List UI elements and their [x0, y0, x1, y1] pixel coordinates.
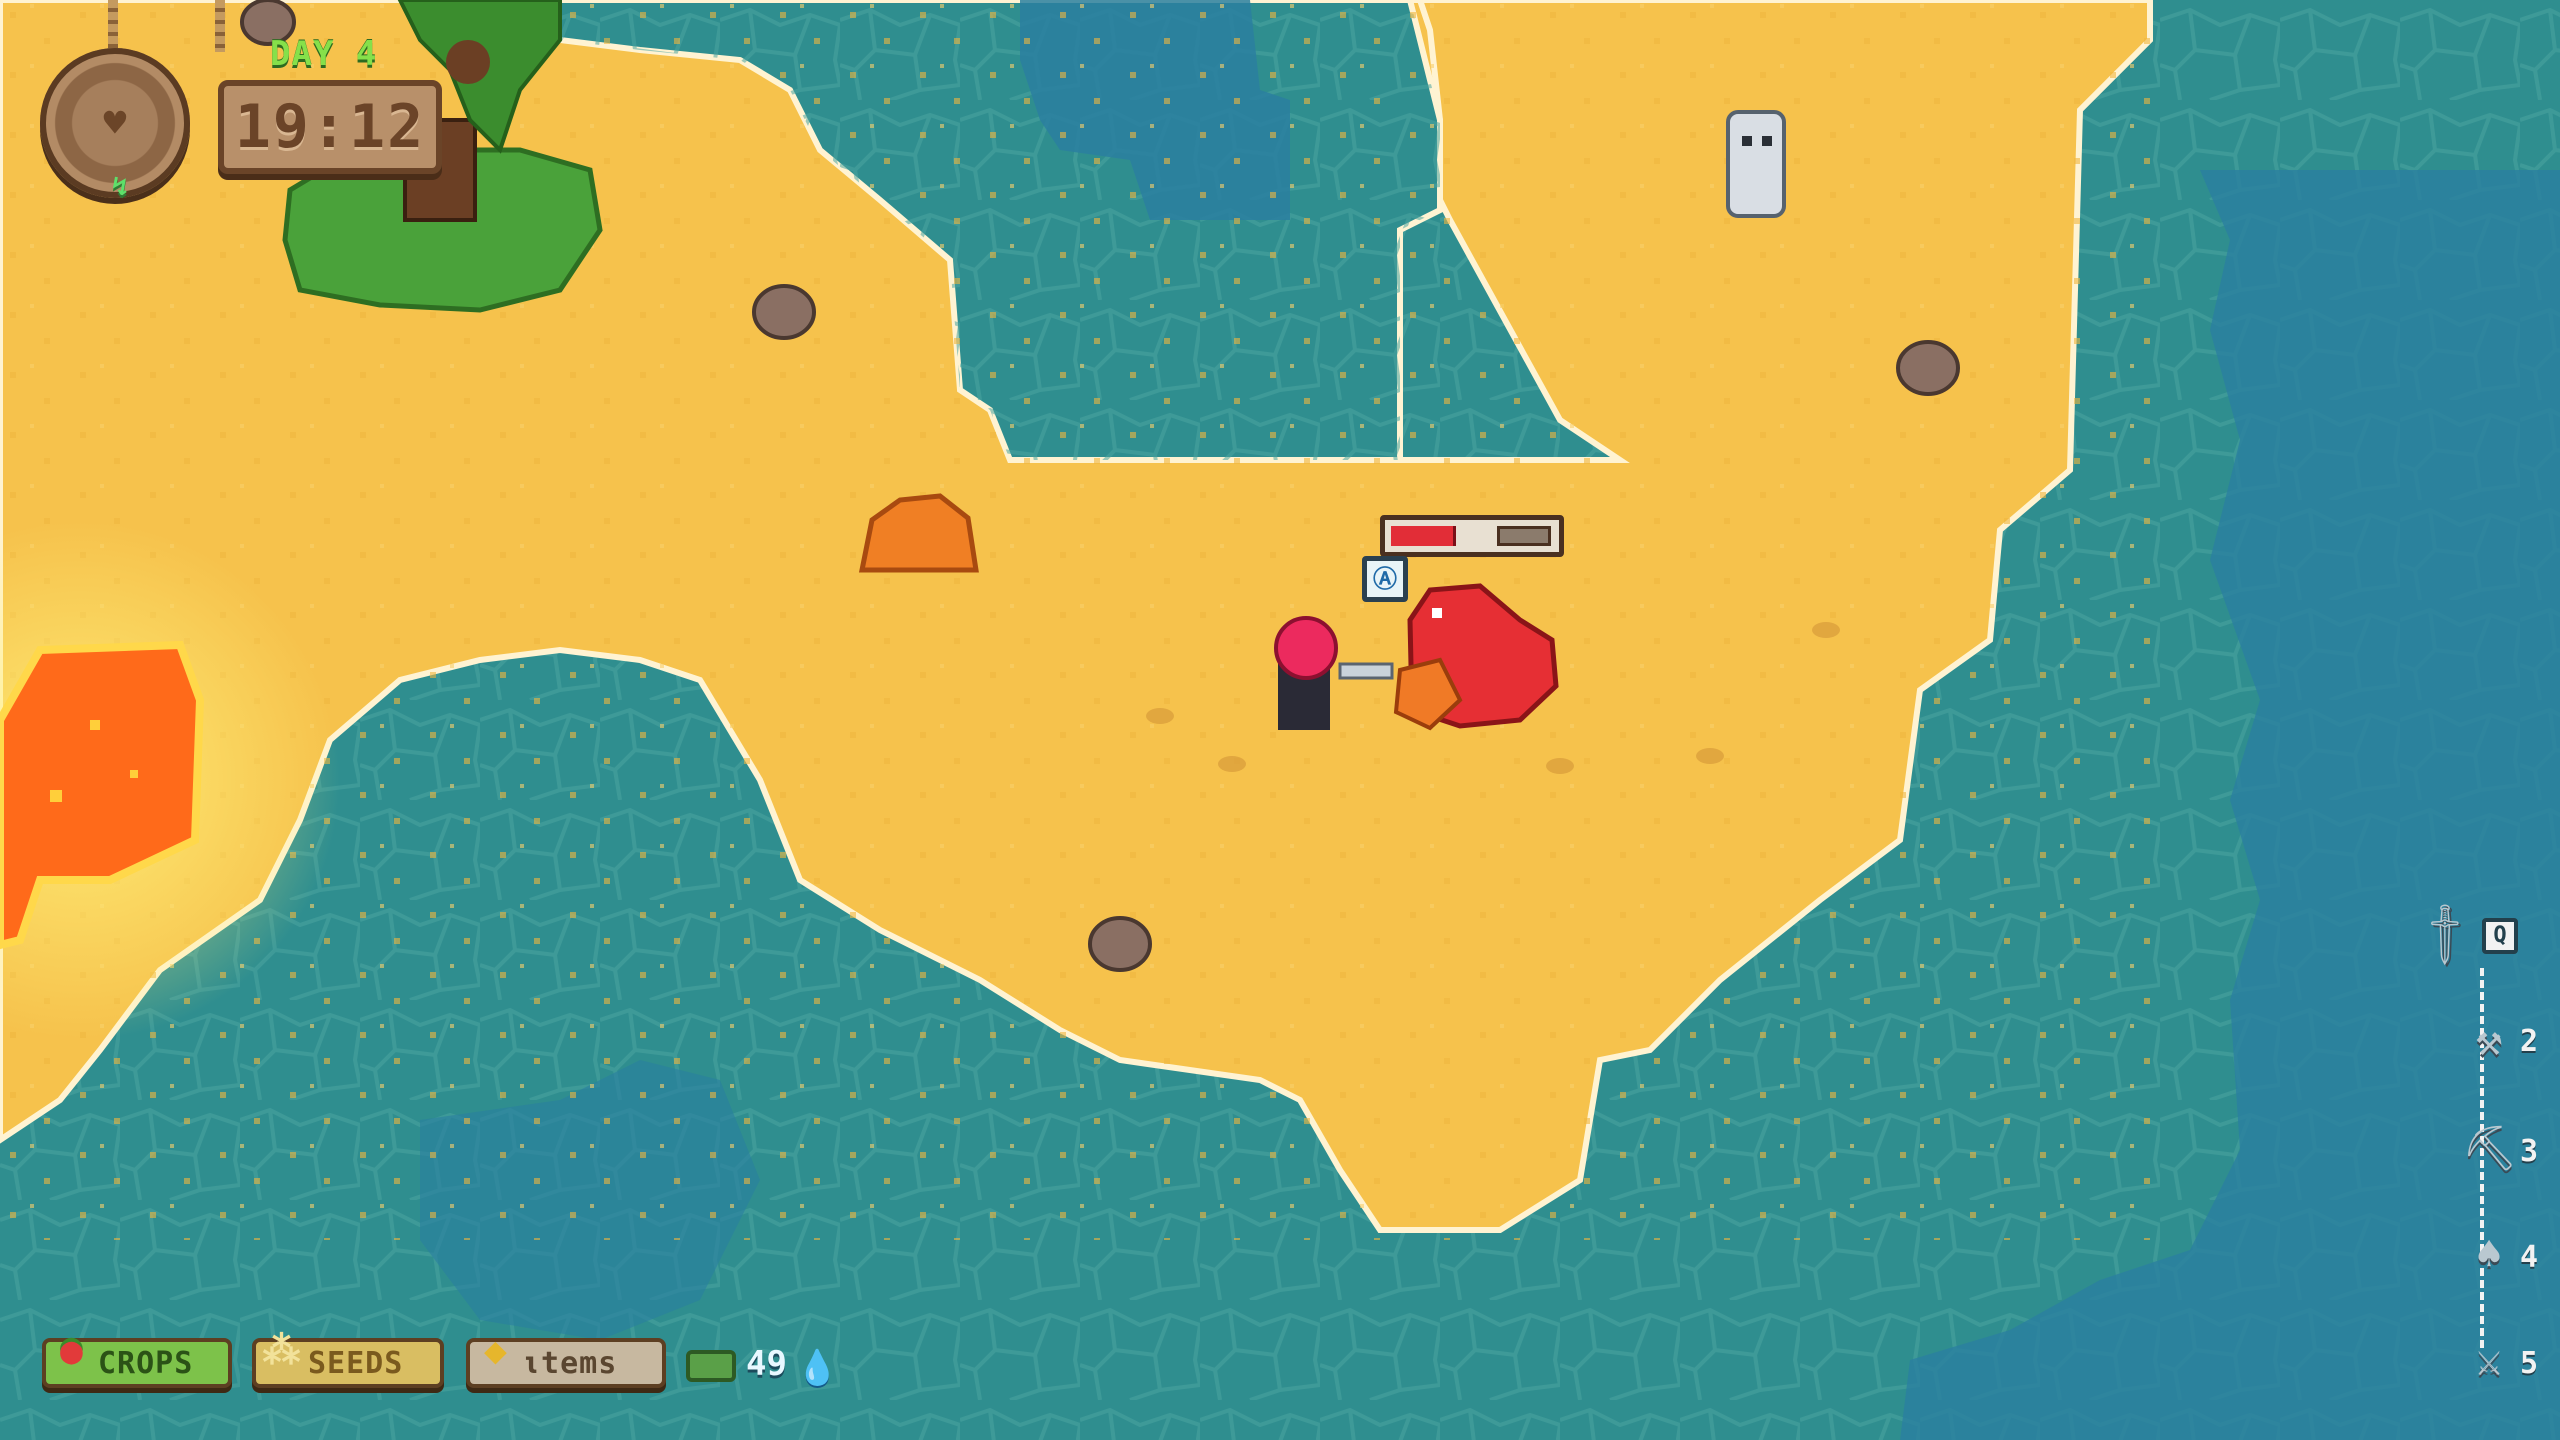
lava-bubble: [50, 790, 62, 802]
day-counter: DAY 4: [270, 34, 378, 74]
skeleton-eye: [1762, 136, 1772, 146]
rock: [752, 284, 816, 340]
crops-label: CROPS: [98, 1345, 194, 1381]
time-plaque: 19:12: [218, 80, 442, 174]
health-bar-fill: [1391, 526, 1456, 546]
axe-icon[interactable]: ⚒: [2462, 1014, 2516, 1068]
rock: [1896, 340, 1960, 396]
heart-icon: ♥: [103, 101, 127, 145]
seeds-icon: ⁂: [262, 1328, 302, 1372]
pickaxe-icon[interactable]: ⛏: [2462, 1122, 2518, 1176]
hotkey-3: 3: [2520, 1134, 2539, 1169]
coconut: [446, 40, 490, 84]
watering-can-icon: [686, 1350, 736, 1382]
items-label: ιtems: [522, 1345, 618, 1381]
shovel-icon[interactable]: ♠: [2462, 1228, 2516, 1282]
health-bar: [1380, 515, 1564, 557]
time-display: 19:12: [234, 92, 426, 162]
footprint: [1546, 758, 1574, 774]
footprint: [1218, 756, 1246, 772]
clock-rope: [108, 0, 118, 52]
footprint: [1812, 622, 1840, 638]
hotkey-5: 5: [2520, 1346, 2539, 1381]
footprint: [1696, 748, 1724, 764]
interact-key-prompt: Ⓐ: [1362, 556, 1408, 602]
lava-bubble: [130, 770, 138, 778]
items-button[interactable]: ◆ ιtems: [466, 1328, 666, 1388]
player-head: [1274, 616, 1338, 680]
skeleton-eye: [1742, 136, 1752, 146]
hoe-icon[interactable]: ⚔: [2462, 1334, 2516, 1388]
water-drop-icon: 💧: [796, 1348, 839, 1388]
stamina-slot: [1497, 526, 1551, 546]
rock: [1088, 916, 1152, 972]
strawberry-icon: ●: [60, 1328, 84, 1372]
hotkey-q: Q: [2482, 918, 2518, 954]
crops-button[interactable]: ● CROPS: [42, 1328, 232, 1388]
game-world: [0, 0, 2560, 1440]
seeds-label: SEEDS: [308, 1345, 404, 1381]
hotkey-2: 2: [2520, 1024, 2539, 1059]
clock-rope: [215, 0, 225, 52]
skeleton: [1726, 110, 1786, 218]
water-count: 49: [746, 1344, 787, 1384]
seeds-button[interactable]: ⁂ SEEDS: [252, 1328, 444, 1388]
hotkey-4: 4: [2520, 1240, 2539, 1275]
storm-icon: ↯: [112, 172, 128, 202]
player-sword: [1338, 662, 1394, 680]
footprint: [1146, 708, 1174, 724]
lava-bubble: [90, 720, 100, 730]
item-bag-icon: ◆: [484, 1328, 508, 1372]
crab-eye: [1432, 608, 1442, 618]
